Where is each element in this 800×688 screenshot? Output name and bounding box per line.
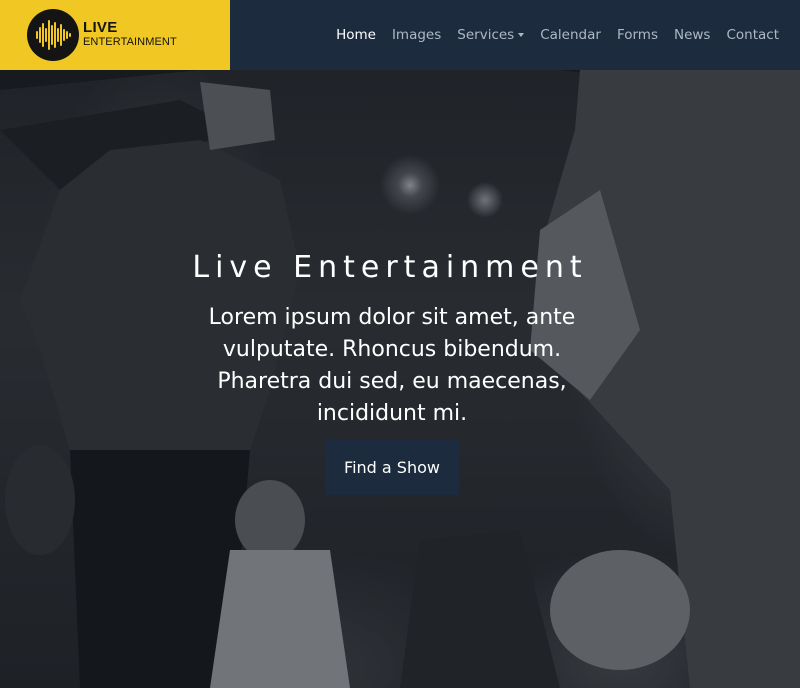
nav-news[interactable]: News [674, 27, 710, 43]
nav-images[interactable]: Images [392, 27, 441, 43]
nav-calendar[interactable]: Calendar [540, 27, 601, 43]
brand-line2: ENTERTAINMENT [83, 36, 177, 48]
nav-forms[interactable]: Forms [617, 27, 658, 43]
caret-down-icon [518, 33, 525, 37]
brand-line1: LIVE [83, 19, 118, 36]
hero-title: Live Entertainment [192, 250, 588, 285]
hero-lead-text: Lorem ipsum dolor sit amet, ante vulputa… [208, 305, 576, 426]
nav-services-dropdown[interactable]: Services [457, 27, 525, 43]
nav-contact[interactable]: Contact [726, 27, 779, 43]
nav-services-label: Services [457, 27, 515, 43]
brand-text: LIVE ENTERTAINMENT [83, 20, 177, 48]
navbar: LIVE ENTERTAINMENT Home Images Services … [0, 0, 800, 70]
brand-logo-link[interactable]: LIVE ENTERTAINMENT [0, 0, 230, 70]
nav-home[interactable]: Home [336, 27, 376, 43]
find-a-show-button[interactable]: Find a Show [325, 439, 459, 495]
soundwave-icon [27, 9, 79, 61]
nav-links: Home Images Services Calendar Forms News… [320, 0, 779, 70]
hero-section: Live Entertainment Lorem ipsum dolor sit… [0, 70, 800, 688]
